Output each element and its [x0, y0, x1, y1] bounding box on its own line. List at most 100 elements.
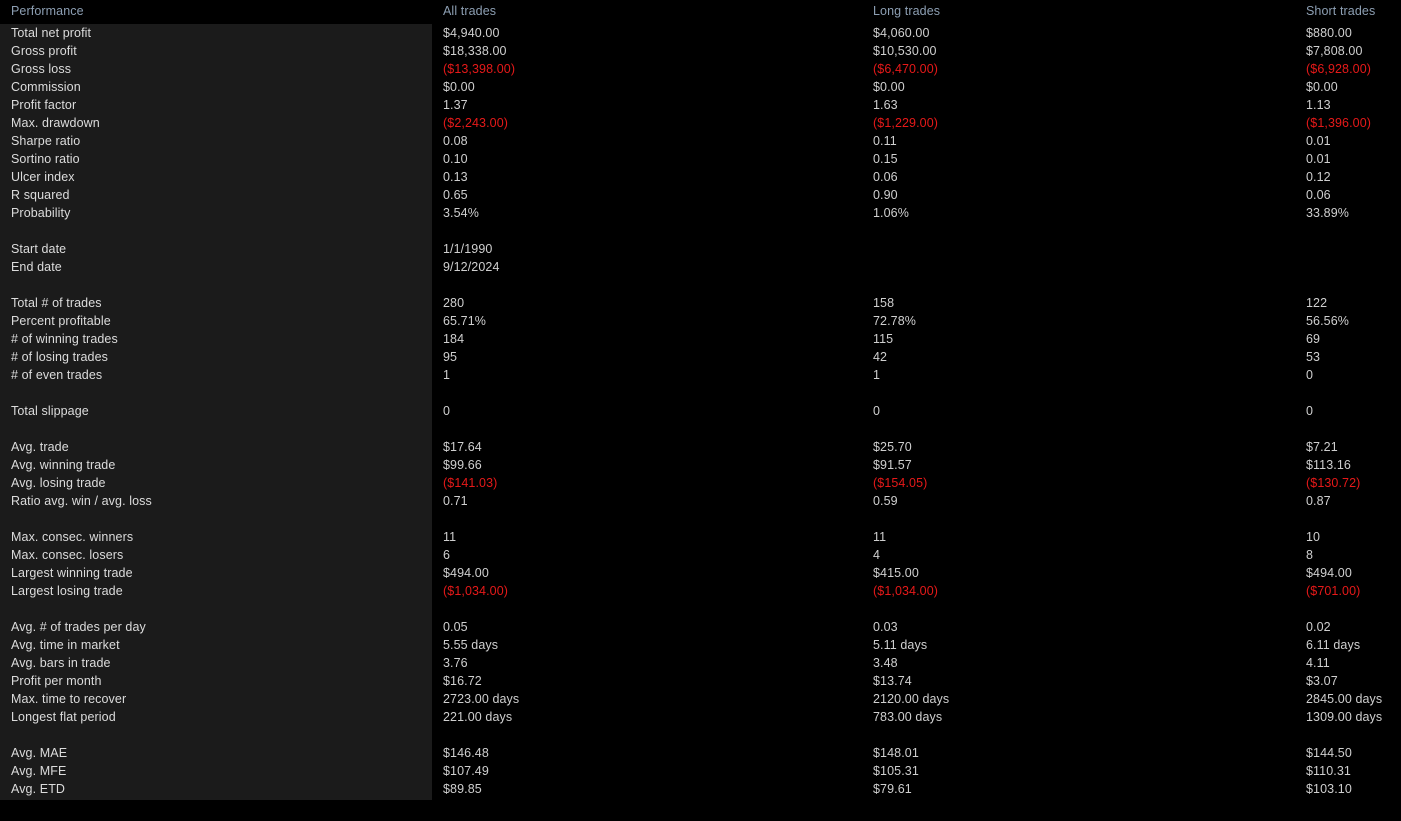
metric-label: Avg. time in market — [11, 638, 120, 652]
metric-value-short: 4.11 — [1306, 656, 1330, 670]
metric-value-all: $494.00 — [443, 566, 489, 580]
metric-value-long: 4 — [873, 548, 881, 562]
metric-value-long: 0.11 — [873, 134, 897, 148]
metric-value-all: 0.13 — [443, 170, 468, 184]
metric-value-short: ($1,396.00) — [1306, 116, 1372, 130]
metric-value-long: $91.57 — [873, 458, 912, 472]
column-header-all-trades: All trades — [443, 4, 497, 18]
metric-value-all: ($2,243.00) — [443, 116, 509, 130]
metric-label: Total net profit — [11, 26, 92, 40]
metric-label: # of losing trades — [11, 350, 108, 364]
metric-value-long: $25.70 — [873, 440, 912, 454]
metric-label: # of winning trades — [11, 332, 118, 346]
metric-label: Avg. losing trade — [11, 476, 106, 490]
metric-value-long: $148.01 — [873, 746, 919, 760]
performance-grid: Performance All trades Long trades Short… — [0, 0, 1401, 798]
metric-value-short: ($130.72) — [1306, 476, 1361, 490]
metric-label: Longest flat period — [11, 710, 116, 724]
metric-label: Avg. # of trades per day — [11, 620, 146, 634]
metric-value-long: 0 — [873, 404, 881, 418]
column-header-performance: Performance — [11, 4, 84, 18]
metric-value-short: $103.10 — [1306, 782, 1352, 796]
metric-value-short: 6.11 days — [1306, 638, 1361, 652]
metric-value-all: $4,940.00 — [443, 26, 500, 40]
metric-value-long: 158 — [873, 296, 895, 310]
metric-label: Sortino ratio — [11, 152, 80, 166]
metric-value-short: 0 — [1306, 404, 1314, 418]
metric-row: Total # of trades 280 158 122 — [0, 294, 1401, 312]
metric-value-short: 0.12 — [1306, 170, 1331, 184]
metric-value-all: 65.71% — [443, 314, 486, 328]
metric-label: Largest winning trade — [11, 566, 133, 580]
metric-label: Max. consec. winners — [11, 530, 134, 544]
metric-value-long: $105.31 — [873, 764, 919, 778]
metric-value-long: $4,060.00 — [873, 26, 930, 40]
metric-label: Profit per month — [11, 674, 102, 688]
metric-row: Max. drawdown ($2,243.00) ($1,229.00) ($1,3… — [0, 114, 1401, 132]
metric-value-long: ($154.05) — [873, 476, 928, 490]
metric-value-short: $3.07 — [1306, 674, 1338, 688]
metric-value-short: 1.13 — [1306, 98, 1331, 112]
metric-label: Profit factor — [11, 98, 77, 112]
metric-row: # of winning trades 184 115 69 — [0, 330, 1401, 348]
metric-value-short: $113.16 — [1306, 458, 1351, 472]
metric-label: Ratio avg. win / avg. loss — [11, 494, 152, 508]
metric-value-all: $99.66 — [443, 458, 482, 472]
metric-label: Avg. trade — [11, 440, 69, 454]
metric-row: Largest losing trade ($1,034.00) ($1,034.0… — [0, 582, 1401, 600]
metric-row: Ulcer index 0.13 0.06 0.12 — [0, 168, 1401, 186]
metric-value-short: 1309.00 days — [1306, 710, 1383, 724]
metric-label: Total # of trades — [11, 296, 102, 310]
metric-label: Sharpe ratio — [11, 134, 81, 148]
metric-label: Total slippage — [11, 404, 89, 418]
metric-value-short: 0 — [1306, 368, 1314, 382]
metric-value-long: $0.00 — [873, 80, 905, 94]
column-header-long-trades: Long trades — [873, 4, 941, 18]
metric-value-short: $494.00 — [1306, 566, 1352, 580]
metric-row: Gross loss ($13,398.00) ($6,470.00) ($6,928… — [0, 60, 1401, 78]
metric-row: Avg. trade $17.64 $25.70 $7.21 — [0, 438, 1401, 456]
metric-value-short: $110.31 — [1306, 764, 1351, 778]
metric-value-long: $415.00 — [873, 566, 919, 580]
metric-value-long: 783.00 days — [873, 710, 943, 724]
metric-row: Percent profitable 65.71% 72.78% 56.56% — [0, 312, 1401, 330]
metric-value-all: 0.10 — [443, 152, 468, 166]
metric-row: Profit per month $16.72 $13.74 $3.07 — [0, 672, 1401, 690]
metric-label: Gross profit — [11, 44, 77, 58]
metric-label: R squared — [11, 188, 70, 202]
metric-value-all: 0.71 — [443, 494, 468, 508]
metric-value-long: $13.74 — [873, 674, 912, 688]
metric-label: Avg. ETD — [11, 782, 66, 796]
metric-label: Start date — [11, 242, 67, 256]
metric-row: Gross profit $18,338.00 $10,530.00 $7,808.0… — [0, 42, 1401, 60]
metric-value-long: ($1,229.00) — [873, 116, 939, 130]
metric-value-all: $17.64 — [443, 440, 482, 454]
metric-value-all: 1/1/1990 — [443, 242, 493, 256]
metric-row: Sharpe ratio 0.08 0.11 0.01 — [0, 132, 1401, 150]
metric-value-short: 56.56% — [1306, 314, 1349, 328]
metric-value-short: $7,808.00 — [1306, 44, 1363, 58]
metric-value-short: 8 — [1306, 548, 1314, 562]
metric-value-short: $880.00 — [1306, 26, 1352, 40]
metric-value-all: 221.00 days — [443, 710, 513, 724]
metric-value-short: $7.21 — [1306, 440, 1338, 454]
metric-row: Avg. ETD $89.85 $79.61 $103.10 — [0, 780, 1401, 798]
metric-label: # of even trades — [11, 368, 103, 382]
metric-value-long: 0.59 — [873, 494, 898, 508]
metric-value-short: 33.89% — [1306, 206, 1349, 220]
metric-row: Avg. winning trade $99.66 $91.57 $113.16 — [0, 456, 1401, 474]
metric-row: # of losing trades 95 42 53 — [0, 348, 1401, 366]
metric-value-all: $146.48 — [443, 746, 489, 760]
metric-value-short: 122 — [1306, 296, 1328, 310]
metric-row: Avg. # of trades per day 0.05 0.03 0.02 — [0, 618, 1401, 636]
metric-label: End date — [11, 260, 62, 274]
metric-value-all: 95 — [443, 350, 458, 364]
metric-value-long: 1 — [873, 368, 881, 382]
metric-label: Percent profitable — [11, 314, 111, 328]
metric-value-all: $89.85 — [443, 782, 482, 796]
metric-value-short: 53 — [1306, 350, 1321, 364]
column-header-short-trades: Short trades — [1306, 4, 1376, 18]
